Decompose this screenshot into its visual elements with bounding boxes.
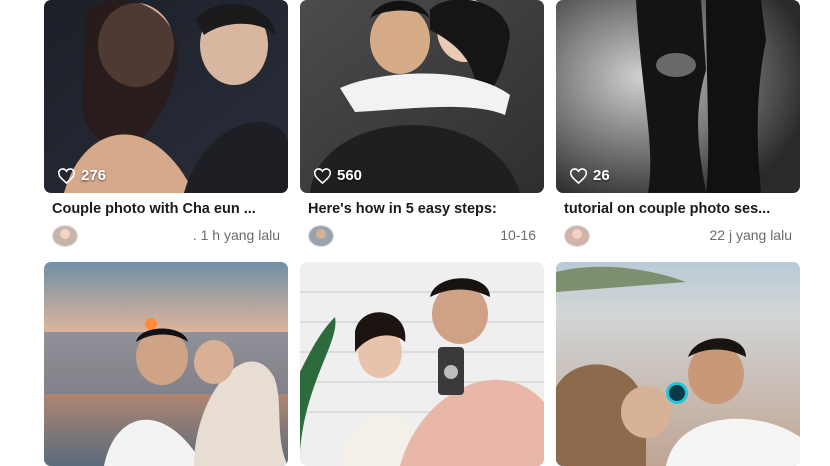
post-title-2[interactable]: Here's how in 5 easy steps: — [308, 201, 536, 217]
post-title-1[interactable]: Couple photo with Cha eun ... — [52, 201, 280, 217]
avatar-3[interactable] — [564, 225, 590, 247]
like-count-3[interactable]: 26 — [570, 167, 610, 184]
avatar-1[interactable] — [52, 225, 78, 247]
post-time-1: . 1 h yang lalu — [192, 227, 280, 243]
post-time-2: 10-16 — [500, 227, 536, 243]
post-card-4[interactable] — [44, 262, 288, 466]
avatar-art-3 — [565, 226, 589, 246]
post-image-1[interactable]: 276 — [44, 0, 288, 193]
like-count-1[interactable]: 276 — [58, 167, 106, 184]
post-image-art-1 — [44, 0, 288, 193]
like-count-text-1: 276 — [81, 167, 107, 184]
post-card-6[interactable] — [556, 262, 800, 466]
heart-icon — [58, 167, 75, 184]
post-card-2[interactable]: 560 Here's how in 5 easy steps: 10-16 — [300, 0, 544, 249]
post-image-2[interactable]: 560 — [300, 0, 544, 193]
post-image-art-4 — [44, 262, 288, 466]
post-image-4[interactable] — [44, 262, 288, 466]
post-card-1[interactable]: 276 Couple photo with Cha eun ... . 1 h … — [44, 0, 288, 249]
like-count-text-2: 560 — [337, 167, 363, 184]
post-card-3[interactable]: 26 tutorial on couple photo ses... 22 j … — [556, 0, 800, 249]
avatar-2[interactable] — [308, 225, 334, 247]
like-count-text-3: 26 — [593, 167, 610, 184]
highlight-ring-icon[interactable] — [666, 382, 688, 404]
post-image-art-5 — [300, 262, 544, 466]
post-image-3[interactable]: 26 — [556, 0, 800, 193]
post-card-5[interactable] — [300, 262, 544, 466]
post-image-5[interactable] — [300, 262, 544, 466]
heart-icon — [314, 167, 331, 184]
like-count-2[interactable]: 560 — [314, 167, 362, 184]
avatar-art-1 — [53, 226, 77, 246]
post-image-art-6 — [556, 262, 800, 466]
post-image-6[interactable] — [556, 262, 800, 466]
avatar-art-2 — [309, 226, 333, 246]
post-image-art-2 — [300, 0, 544, 193]
post-image-art-3 — [556, 0, 800, 193]
post-time-3: 22 j yang lalu — [709, 227, 792, 243]
heart-icon — [570, 167, 587, 184]
post-title-3[interactable]: tutorial on couple photo ses... — [564, 201, 792, 217]
